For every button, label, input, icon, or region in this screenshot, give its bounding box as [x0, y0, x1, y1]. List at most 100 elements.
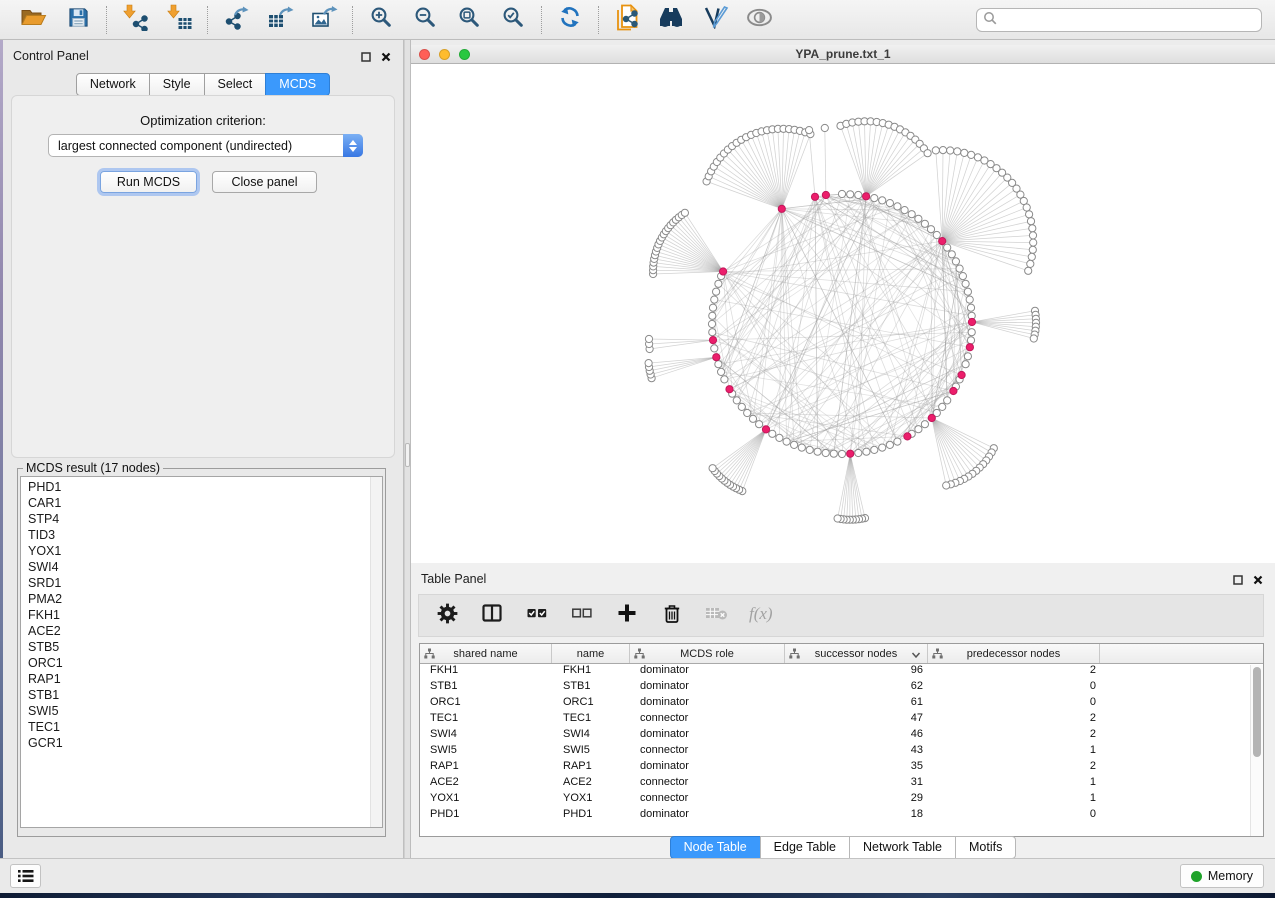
- trash-button[interactable]: [660, 604, 684, 628]
- binoculars-button[interactable]: [656, 5, 686, 35]
- tab-edge-table[interactable]: Edge Table: [760, 836, 850, 859]
- table-row[interactable]: TEC1TEC1connector472: [420, 712, 1263, 728]
- diagram-pen-button[interactable]: [700, 5, 730, 35]
- mcds-result-item[interactable]: FKH1: [28, 607, 382, 623]
- mcds-tab-content: Optimization criterion: largest connecte…: [11, 95, 395, 458]
- table-row[interactable]: RAP1RAP1dominator352: [420, 760, 1263, 776]
- mcds-result-item[interactable]: YOX1: [28, 543, 382, 559]
- deselect-all-button[interactable]: [570, 604, 594, 628]
- mcds-result-item[interactable]: RAP1: [28, 671, 382, 687]
- mcds-result-item[interactable]: ACE2: [28, 623, 382, 639]
- select-all-icon: [526, 603, 548, 628]
- network-canvas[interactable]: [411, 64, 1275, 558]
- mcds-result-item[interactable]: SWI4: [28, 559, 382, 575]
- gear-button[interactable]: [435, 604, 459, 628]
- zoom-out-button[interactable]: [410, 5, 440, 35]
- add-icon: [617, 603, 637, 628]
- export-table-button[interactable]: [265, 5, 295, 35]
- search-input[interactable]: [1001, 13, 1255, 27]
- table-row[interactable]: FKH1FKH1dominator962: [420, 664, 1263, 680]
- maximize-window-icon[interactable]: [459, 49, 470, 60]
- float-window-icon[interactable]: [361, 49, 371, 67]
- show-panels-button[interactable]: [10, 864, 41, 888]
- close-panel-button[interactable]: Close panel: [212, 171, 317, 193]
- table-scrollbar[interactable]: [1250, 665, 1263, 836]
- zoom-fit-button[interactable]: [454, 5, 484, 35]
- column-header-successor-nodes[interactable]: successor nodes: [785, 644, 928, 663]
- mcds-result-item[interactable]: SRD1: [28, 575, 382, 591]
- mcds-result-item[interactable]: ORC1: [28, 655, 382, 671]
- column-header-predecessor-nodes[interactable]: predecessor nodes: [928, 644, 1100, 663]
- folder-open-button[interactable]: [19, 5, 49, 35]
- network-window-titlebar[interactable]: YPA_prune.txt_1: [411, 45, 1275, 64]
- cell-MCDS-role: dominator: [630, 696, 785, 712]
- import-network-button[interactable]: [120, 5, 150, 35]
- refresh-button[interactable]: [555, 5, 585, 35]
- tab-motifs[interactable]: Motifs: [955, 836, 1016, 859]
- mcds-result-item[interactable]: PMA2: [28, 591, 382, 607]
- minimize-window-icon[interactable]: [439, 49, 450, 60]
- export-network-button[interactable]: [221, 5, 251, 35]
- search-box[interactable]: [976, 8, 1262, 32]
- table-row[interactable]: ACE2ACE2connector311: [420, 776, 1263, 792]
- mcds-result-item[interactable]: TID3: [28, 527, 382, 543]
- cell-shared-name: SWI5: [420, 744, 552, 760]
- table-row[interactable]: STB1STB1dominator620: [420, 680, 1263, 696]
- cell-MCDS-role: connector: [630, 712, 785, 728]
- cell-predecessor-nodes: 2: [928, 664, 1100, 680]
- eye-icon: [746, 8, 773, 32]
- table-row[interactable]: SWI4SWI4dominator462: [420, 728, 1263, 744]
- table-row[interactable]: YOX1YOX1connector291: [420, 792, 1263, 808]
- close-icon[interactable]: [381, 49, 391, 67]
- tab-network[interactable]: Network: [76, 73, 150, 96]
- import-table-button[interactable]: [164, 5, 194, 35]
- scrollbar-thumb[interactable]: [1253, 667, 1261, 757]
- table-row[interactable]: SWI5SWI5connector431: [420, 744, 1263, 760]
- save-button[interactable]: [63, 5, 93, 35]
- close-window-icon[interactable]: [419, 49, 430, 60]
- add-button[interactable]: [615, 604, 639, 628]
- table-row[interactable]: ORC1ORC1dominator610: [420, 696, 1263, 712]
- column-header-MCDS-role[interactable]: MCDS role: [630, 644, 785, 663]
- zoom-in-button[interactable]: [366, 5, 396, 35]
- mcds-result-list[interactable]: PHD1CAR1STP4TID3YOX1SWI4SRD1PMA2FKH1ACE2…: [20, 476, 383, 828]
- mcds-result-item[interactable]: STB5: [28, 639, 382, 655]
- select-all-button[interactable]: [525, 604, 549, 628]
- node-table[interactable]: shared namenameMCDS rolesuccessor nodesp…: [419, 643, 1264, 837]
- mcds-result-item[interactable]: SWI5: [28, 703, 382, 719]
- mcds-result-item[interactable]: GCR1: [28, 735, 382, 751]
- splitter-handle-icon[interactable]: [405, 443, 410, 467]
- cell-shared-name: TEC1: [420, 712, 552, 728]
- tab-mcds[interactable]: MCDS: [265, 73, 330, 96]
- eye-button[interactable]: [744, 5, 774, 35]
- mcds-result-item[interactable]: CAR1: [28, 495, 382, 511]
- share-document-button[interactable]: [612, 5, 642, 35]
- column-header-shared-name[interactable]: shared name: [420, 644, 552, 663]
- tab-style[interactable]: Style: [149, 73, 205, 96]
- cell-successor-nodes: 18: [785, 808, 928, 824]
- hierarchy-icon: [932, 648, 943, 662]
- columns-button[interactable]: [480, 604, 504, 628]
- mcds-result-item[interactable]: STP4: [28, 511, 382, 527]
- mcds-list-scrollbar[interactable]: [370, 477, 382, 827]
- float-window-icon[interactable]: [1233, 572, 1243, 590]
- mcds-result-item[interactable]: STB1: [28, 687, 382, 703]
- tab-select[interactable]: Select: [204, 73, 267, 96]
- network-graph[interactable]: [411, 64, 1275, 558]
- table-row[interactable]: PHD1PHD1dominator180: [420, 808, 1263, 824]
- cell-MCDS-role: connector: [630, 776, 785, 792]
- tab-node-table[interactable]: Node Table: [670, 836, 761, 859]
- column-header-name[interactable]: name: [552, 644, 630, 663]
- optimization-criterion-dropdown[interactable]: largest connected component (undirected): [48, 134, 363, 157]
- export-image-button[interactable]: [309, 5, 339, 35]
- mcds-result-item[interactable]: TEC1: [28, 719, 382, 735]
- sort-desc-icon[interactable]: [911, 650, 921, 662]
- memory-button[interactable]: Memory: [1180, 864, 1264, 888]
- vertical-splitter[interactable]: [404, 40, 411, 858]
- zoom-selected-button[interactable]: [498, 5, 528, 35]
- mcds-result-item[interactable]: PHD1: [28, 479, 382, 495]
- tab-network-table[interactable]: Network Table: [849, 836, 956, 859]
- close-icon[interactable]: [1253, 572, 1263, 590]
- run-mcds-button[interactable]: Run MCDS: [100, 171, 197, 193]
- control-panel-tabs: NetworkStyleSelectMCDS: [3, 73, 403, 96]
